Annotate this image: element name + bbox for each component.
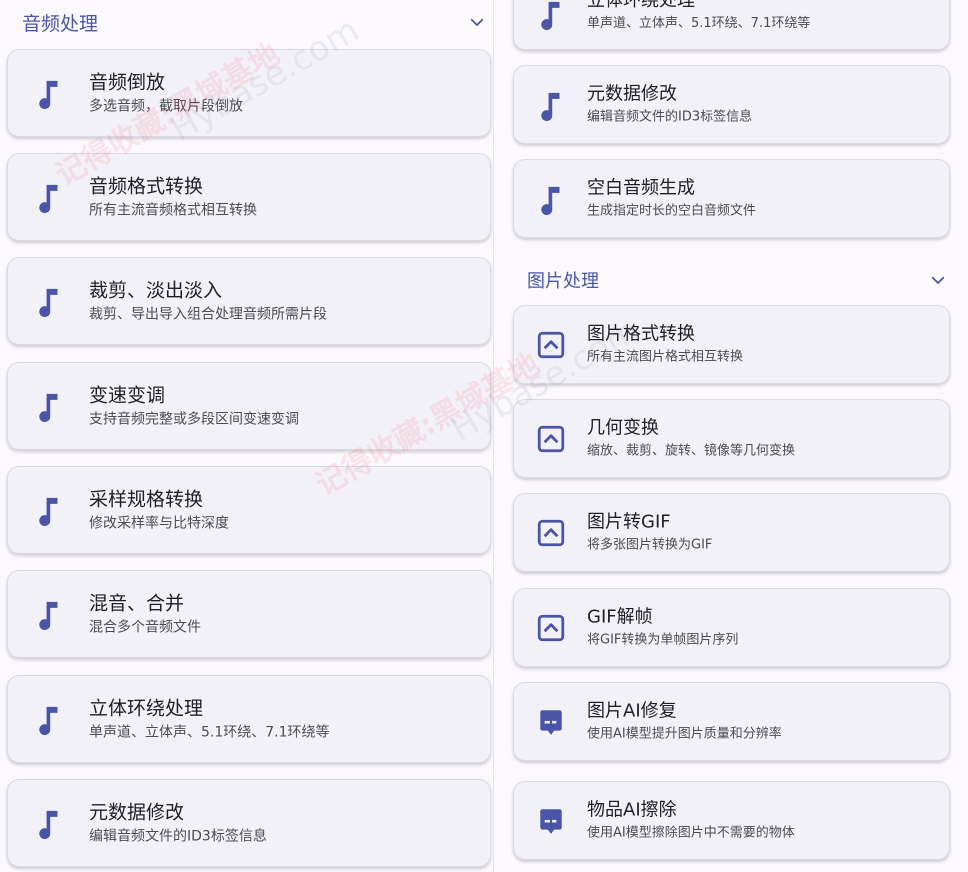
tool-card-image-to-gif[interactable]: 图片转GIF 将多张图片转换为GIF bbox=[513, 493, 950, 572]
music-note-icon bbox=[39, 184, 58, 214]
card-subtitle: 生成指定时长的空白音频文件 bbox=[587, 203, 757, 218]
section-title: 图片处理 bbox=[527, 271, 599, 292]
section-title: 音频处理 bbox=[22, 12, 99, 35]
card-title: 图片AI修复 bbox=[587, 700, 677, 721]
card-subtitle: 编辑音频文件的ID3标签信息 bbox=[89, 828, 267, 845]
tool-card-surround[interactable]: 立体环绕处理单声道、立体声、5.1环绕、7.1环绕等 bbox=[7, 675, 491, 763]
card-subtitle: 编辑音频文件的ID3标签信息 bbox=[587, 109, 753, 124]
audio-section-header[interactable]: 音频处理 bbox=[22, 8, 486, 36]
card-subtitle: 裁剪、导出导入组合处理音频所需片段 bbox=[89, 306, 327, 323]
image-panel: 立体环绕处理单声道、立体声、5.1环绕、7.1环绕等 元数据修改编辑音频文件的I… bbox=[494, 0, 968, 872]
card-subtitle: 多选音频，截取片段倒放 bbox=[89, 98, 243, 115]
image-icon bbox=[537, 614, 565, 641]
card-title: 空白音频生成 bbox=[587, 177, 695, 198]
tool-card-blank-audio[interactable]: 空白音频生成生成指定时长的空白音频文件 bbox=[513, 159, 950, 238]
tool-card-metadata[interactable]: 元数据修改编辑音频文件的ID3标签信息 bbox=[7, 779, 491, 867]
card-title: 变速变调 bbox=[89, 384, 166, 407]
image-icon bbox=[537, 331, 565, 358]
music-note-icon bbox=[39, 80, 58, 110]
card-subtitle: 所有主流图片格式相互转换 bbox=[587, 349, 744, 364]
tool-card-trim-fade[interactable]: 裁剪、淡出淡入裁剪、导出导入组合处理音频所需片段 bbox=[7, 257, 491, 345]
music-note-icon bbox=[541, 1, 560, 31]
card-title: 立体环绕处理 bbox=[587, 0, 695, 11]
tool-card-metadata[interactable]: 元数据修改编辑音频文件的ID3标签信息 bbox=[513, 65, 950, 144]
tool-card-geometry[interactable]: 几何变换缩放、裁剪、旋转、镜像等几何变换 bbox=[513, 399, 950, 478]
tool-card-audio-format[interactable]: 音频格式转换所有主流音频格式相互转换 bbox=[7, 153, 491, 241]
card-title: 图片转GIF bbox=[587, 511, 671, 532]
music-note-icon bbox=[39, 601, 58, 631]
card-subtitle: 单声道、立体声、5.1环绕、7.1环绕等 bbox=[587, 16, 811, 31]
tool-card-mix-merge[interactable]: 混音、合并混合多个音频文件 bbox=[7, 570, 491, 658]
card-title: GIF解帧 bbox=[587, 606, 653, 627]
music-note-icon bbox=[39, 810, 58, 840]
card-subtitle: 修改采样率与比特深度 bbox=[89, 515, 229, 532]
image-icon bbox=[537, 519, 565, 546]
tool-card-image-format[interactable]: 图片格式转换所有主流图片格式相互转换 bbox=[513, 305, 950, 384]
card-title: 元数据修改 bbox=[587, 83, 677, 104]
card-title: 物品AI擦除 bbox=[587, 799, 677, 820]
tool-card-reverse-audio[interactable]: 音频倒放多选音频，截取片段倒放 bbox=[7, 49, 491, 137]
music-note-icon bbox=[541, 92, 560, 121]
ai-chat-icon bbox=[540, 709, 562, 735]
music-note-icon bbox=[39, 497, 58, 527]
card-subtitle: 单声道、立体声、5.1环绕、7.1环绕等 bbox=[89, 724, 330, 741]
card-subtitle: 使用AI模型擦除图片中不需要的物体 bbox=[587, 825, 795, 840]
card-title: 立体环绕处理 bbox=[89, 697, 204, 720]
audio-panel: 音频处理 音频倒放 多选音频，截取片段倒放 音频格式转换 所有主流音频格式相互转换 … bbox=[0, 0, 493, 872]
ai-chat-icon bbox=[540, 808, 562, 834]
card-subtitle: 所有主流音频格式相互转换 bbox=[89, 202, 257, 219]
card-title: 音频格式转换 bbox=[89, 175, 204, 198]
card-title: 采样规格转换 bbox=[89, 488, 204, 511]
card-subtitle: 支持音频完整或多段区间变速变调 bbox=[89, 411, 299, 428]
card-title: 元数据修改 bbox=[89, 801, 185, 824]
card-subtitle: 缩放、裁剪、旋转、镜像等几何变换 bbox=[587, 443, 796, 458]
card-title: 音频倒放 bbox=[89, 71, 166, 94]
tool-card-ai-erase[interactable]: 物品AI擦除使用AI模型擦除图片中不需要的物体 bbox=[513, 781, 950, 860]
chevron-down-icon[interactable] bbox=[929, 271, 947, 289]
music-note-icon bbox=[541, 186, 560, 215]
card-title: 几何变换 bbox=[587, 417, 659, 438]
music-note-icon bbox=[39, 706, 58, 736]
image-section-header[interactable]: 图片处理 bbox=[527, 267, 947, 293]
tool-card-gif-frames[interactable]: GIF解帧将GIF转换为单帧图片序列 bbox=[513, 588, 950, 667]
tool-card-speed-pitch[interactable]: 变速变调支持音频完整或多段区间变速变调 bbox=[7, 362, 491, 450]
tool-card-ai-restore[interactable]: 图片AI修复使用AI模型提升图片质量和分辨率 bbox=[513, 682, 950, 761]
card-title: 裁剪、淡出淡入 bbox=[89, 279, 223, 302]
card-subtitle: 使用AI模型提升图片质量和分辨率 bbox=[587, 726, 782, 741]
card-title: 混音、合并 bbox=[89, 592, 185, 615]
chevron-down-icon[interactable] bbox=[468, 13, 486, 31]
tool-card-surround[interactable]: 立体环绕处理单声道、立体声、5.1环绕、7.1环绕等 bbox=[513, 0, 950, 50]
card-subtitle: 混合多个音频文件 bbox=[89, 619, 201, 636]
music-note-icon bbox=[39, 393, 58, 423]
card-subtitle: 将GIF转换为单帧图片序列 bbox=[587, 632, 739, 647]
image-icon bbox=[537, 425, 565, 452]
tool-card-sample-rate[interactable]: 采样规格转换修改采样率与比特深度 bbox=[7, 466, 491, 554]
card-title: 图片格式转换 bbox=[587, 323, 695, 344]
card-subtitle: 将多张图片转换为GIF bbox=[587, 537, 713, 552]
music-note-icon bbox=[39, 288, 58, 318]
